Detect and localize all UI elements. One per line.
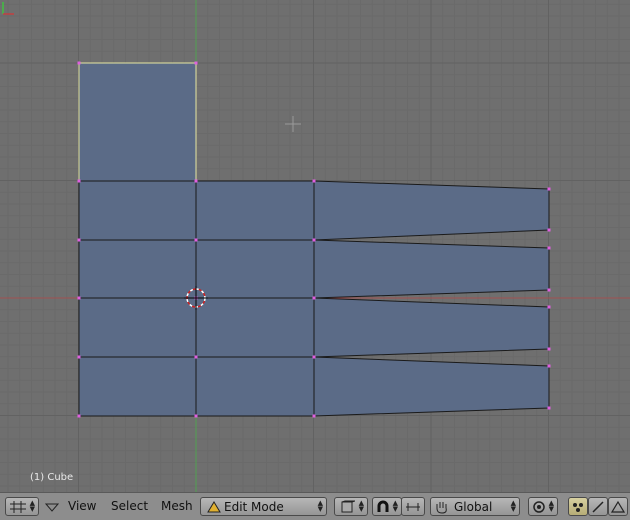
mesh-face <box>313 239 550 299</box>
mesh-vertex <box>194 238 198 242</box>
spinner-arrows-icon: ▲ ▼ <box>548 499 554 513</box>
axis-indicator-icon <box>2 2 14 15</box>
draw-type-icon <box>341 500 355 512</box>
mesh-vertex <box>547 228 551 232</box>
object-name-label: (1) Cube <box>30 472 74 483</box>
mesh-face <box>195 297 315 358</box>
mesh-vertex <box>312 355 316 359</box>
mesh-face <box>195 356 315 417</box>
mesh-face <box>78 62 197 182</box>
mesh-vertex <box>547 364 551 368</box>
mouse-crosshair <box>285 116 301 132</box>
mesh-vertex <box>312 296 316 300</box>
mesh-face <box>78 356 197 417</box>
mesh-vertex <box>194 414 198 418</box>
snap-icon <box>406 502 420 511</box>
menu-mesh[interactable]: Mesh <box>161 499 193 513</box>
grid-icon <box>10 500 26 513</box>
spinner-arrows-icon: ▲ ▼ <box>317 499 323 513</box>
editor-type-button[interactable]: ▲ ▼ <box>5 497 39 516</box>
mesh-vertex <box>77 414 81 418</box>
collapse-triangle-icon[interactable] <box>45 503 59 513</box>
3d-viewport[interactable]: (1) Cube <box>0 0 630 492</box>
pivot-button[interactable]: ▲ ▼ <box>372 497 402 516</box>
mesh-vertex <box>77 355 81 359</box>
viewport-header: ▲ ▼ View Select Mesh Edit Mode ▲ ▼ ▲ ▼ ▲ ▼ G… <box>0 492 630 520</box>
viewport-canvas[interactable] <box>0 0 630 492</box>
mesh-vertex <box>194 355 198 359</box>
proportional-edit-button[interactable]: ▲ ▼ <box>528 497 558 516</box>
mode-dropdown[interactable]: Edit Mode ▲ ▼ <box>200 497 327 516</box>
spinner-arrows-icon: ▲ ▼ <box>358 499 364 513</box>
mesh-face <box>313 297 550 358</box>
mode-label: Edit Mode <box>224 499 284 514</box>
mesh-vertex <box>312 238 316 242</box>
spinner-arrows-icon: ▲ ▼ <box>29 499 35 513</box>
mesh-vertex <box>547 288 551 292</box>
edit-mode-icon <box>207 500 221 512</box>
magnet-icon <box>377 500 389 512</box>
face-select-button[interactable] <box>608 497 628 516</box>
edge-select-button[interactable] <box>588 497 608 516</box>
mesh-face <box>78 180 197 241</box>
mesh-vertex <box>194 61 198 65</box>
mesh-face <box>195 239 315 299</box>
vertex-select-icon <box>573 502 583 512</box>
mesh-vertex <box>77 61 81 65</box>
snap-button[interactable] <box>401 497 425 516</box>
edge-select-icon <box>592 500 604 513</box>
mesh-vertex <box>77 296 81 300</box>
face-select-icon <box>610 500 626 513</box>
mesh-vertex <box>312 179 316 183</box>
mesh-vertex <box>547 406 551 410</box>
mesh-face <box>195 180 315 241</box>
mesh-face <box>78 297 197 358</box>
menu-select[interactable]: Select <box>111 499 148 513</box>
menu-view[interactable]: View <box>68 499 96 513</box>
mesh-vertex <box>547 246 551 250</box>
mesh-vertex <box>547 305 551 309</box>
mesh-vertex <box>312 414 316 418</box>
mesh-vertex <box>547 347 551 351</box>
manipulator-button[interactable]: Global ▲ ▼ <box>430 497 520 516</box>
vertex-select-button[interactable] <box>568 497 588 516</box>
mesh-vertex <box>77 238 81 242</box>
mesh-vertex <box>547 187 551 191</box>
mesh-vertex <box>77 179 81 183</box>
proportional-edit-icon <box>533 500 545 513</box>
mesh-face <box>313 356 550 417</box>
mesh-face <box>313 180 550 241</box>
orientation-label: Global <box>454 499 493 514</box>
mesh-face <box>78 239 197 299</box>
spinner-arrows-icon: ▲ ▼ <box>392 499 398 513</box>
draw-type-button[interactable]: ▲ ▼ <box>334 497 368 516</box>
mesh-vertex <box>194 179 198 183</box>
spinner-arrows-icon: ▲ ▼ <box>510 499 516 513</box>
hand-icon <box>436 501 447 514</box>
